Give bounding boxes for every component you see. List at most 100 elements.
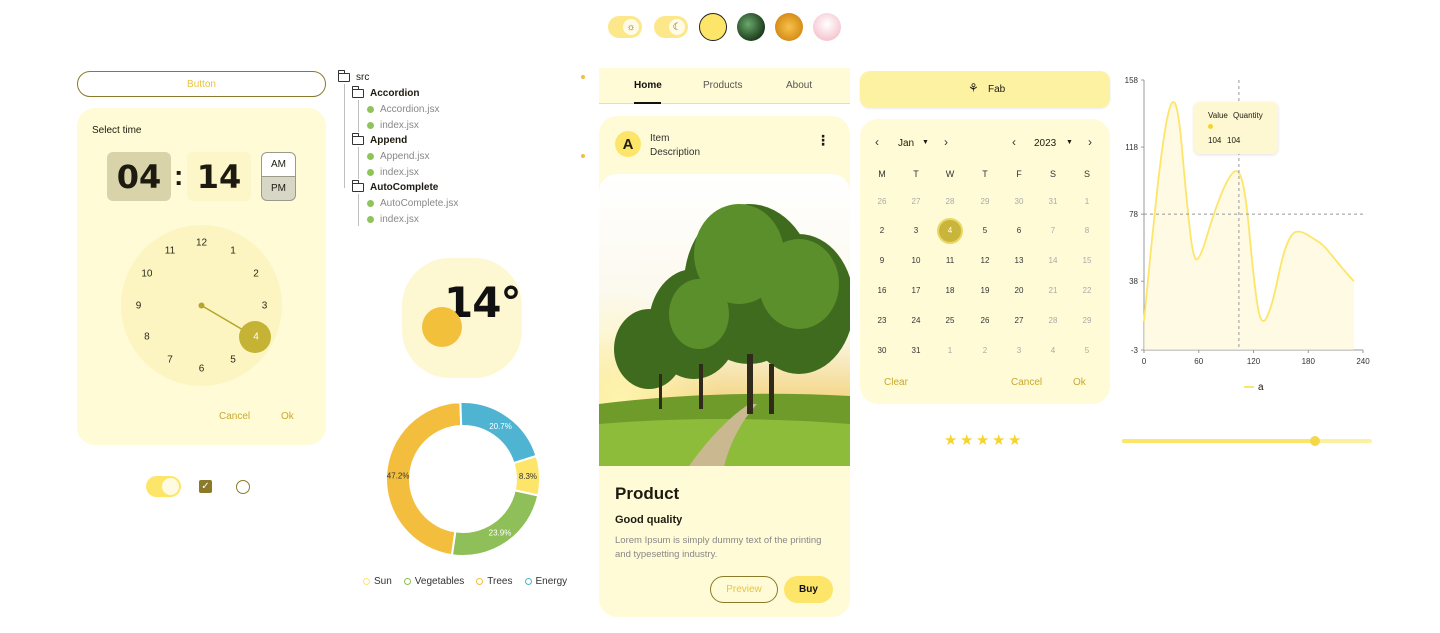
star-icon[interactable]: ★: [976, 431, 989, 449]
checkbox[interactable]: ✓: [199, 480, 212, 493]
calendar-day[interactable]: 19: [973, 278, 997, 302]
calendar-day[interactable]: 29: [973, 189, 997, 213]
calendar-day[interactable]: 30: [870, 338, 894, 362]
calendar-day[interactable]: 20: [1007, 278, 1031, 302]
calendar-day[interactable]: 21: [1041, 278, 1065, 302]
time-ok-button[interactable]: Ok: [281, 411, 294, 422]
calendar-day[interactable]: 15: [1075, 249, 1099, 273]
buy-button[interactable]: Buy: [784, 576, 833, 603]
tree-folder-root[interactable]: src: [338, 70, 369, 83]
clock-number[interactable]: 7: [160, 355, 180, 366]
year-select[interactable]: 2023: [1034, 138, 1056, 149]
calendar-day[interactable]: 28: [1041, 308, 1065, 332]
calendar-day[interactable]: 28: [938, 189, 962, 213]
outline-button[interactable]: Button: [77, 71, 326, 97]
clock-number[interactable]: 2: [246, 269, 266, 280]
prev-year-icon[interactable]: ‹: [1012, 135, 1016, 149]
tree-file[interactable]: Append.jsx: [367, 151, 429, 162]
calendar-day[interactable]: 14: [1041, 249, 1065, 273]
hour-field[interactable]: 04: [107, 152, 171, 201]
clock-number[interactable]: 12: [192, 237, 212, 248]
minute-field[interactable]: 14: [187, 152, 251, 201]
calendar-day[interactable]: 26: [870, 189, 894, 213]
calendar-day[interactable]: 3: [1007, 338, 1031, 362]
calendar-day[interactable]: 8: [1075, 219, 1099, 243]
calendar-day[interactable]: 27: [1007, 308, 1031, 332]
theme-swatch-orange[interactable]: [775, 13, 803, 41]
tree-file[interactable]: Accordion.jsx: [367, 104, 439, 115]
calendar-day[interactable]: 1: [1075, 189, 1099, 213]
calendar-day[interactable]: 31: [904, 338, 928, 362]
clock-number[interactable]: 11: [160, 245, 180, 256]
calendar-day[interactable]: 7: [1041, 219, 1065, 243]
clock-number[interactable]: 10: [137, 269, 157, 280]
clock-number[interactable]: 6: [192, 363, 212, 374]
calendar-day[interactable]: 6: [1007, 219, 1031, 243]
tree-file[interactable]: index.jsx: [367, 120, 419, 131]
calendar-day[interactable]: 13: [1007, 249, 1031, 273]
month-select[interactable]: Jan: [898, 138, 914, 149]
calendar-day[interactable]: 31: [1041, 189, 1065, 213]
calendar-day[interactable]: 4: [937, 217, 963, 244]
next-year-icon[interactable]: ›: [1088, 135, 1092, 149]
calendar-day[interactable]: 17: [904, 278, 928, 302]
prev-month-icon[interactable]: ‹: [875, 135, 879, 149]
calendar-day[interactable]: 5: [973, 219, 997, 243]
switch[interactable]: [146, 476, 181, 497]
calendar-day[interactable]: 30: [1007, 189, 1031, 213]
clock-number[interactable]: 3: [255, 300, 275, 311]
star-icon[interactable]: ★: [960, 431, 973, 449]
calendar-day[interactable]: 22: [1075, 278, 1099, 302]
calendar-day[interactable]: 4: [1041, 338, 1065, 362]
calendar-day[interactable]: 29: [1075, 308, 1099, 332]
radio-button[interactable]: [236, 480, 250, 494]
tab-products[interactable]: Products: [703, 80, 742, 91]
next-month-icon[interactable]: ›: [944, 135, 948, 149]
chevron-down-icon[interactable]: ▼: [922, 139, 929, 146]
tree-folder[interactable]: Accordion: [352, 86, 419, 99]
clock-number[interactable]: 5: [223, 355, 243, 366]
calendar-day[interactable]: 18: [938, 278, 962, 302]
calendar-day[interactable]: 24: [904, 308, 928, 332]
calendar-day[interactable]: 5: [1075, 338, 1099, 362]
tab-home[interactable]: Home: [634, 80, 662, 91]
slider-thumb[interactable]: [1309, 436, 1320, 446]
theme-swatch-leaves[interactable]: [737, 13, 765, 41]
calendar-day[interactable]: 16: [870, 278, 894, 302]
preview-button[interactable]: Preview: [710, 576, 778, 603]
calendar-day[interactable]: 3: [904, 219, 928, 243]
fab-button[interactable]: [860, 71, 1110, 108]
pm-toggle[interactable]: PM: [261, 176, 296, 201]
tree-file[interactable]: index.jsx: [367, 214, 419, 225]
tree-folder[interactable]: AutoComplete: [352, 180, 438, 193]
calendar-day[interactable]: 2: [973, 338, 997, 362]
star-icon[interactable]: ★: [1008, 431, 1021, 449]
chevron-down-icon[interactable]: ▼: [1066, 139, 1073, 146]
theme-swatch-pink[interactable]: [813, 13, 841, 41]
tree-file[interactable]: index.jsx: [367, 167, 419, 178]
tab-about[interactable]: About: [786, 80, 812, 91]
calendar-day[interactable]: 11: [938, 249, 962, 273]
light-mode-toggle[interactable]: ☼: [608, 16, 642, 38]
more-vert-icon[interactable]: ⋮: [816, 133, 830, 147]
donut-slice-energy[interactable]: [459, 403, 538, 465]
star-icon[interactable]: ★: [944, 431, 957, 449]
calendar-ok-button[interactable]: Ok: [1073, 377, 1086, 388]
calendar-day[interactable]: 23: [870, 308, 894, 332]
clock-number[interactable]: 1: [223, 245, 243, 256]
calendar-day[interactable]: 12: [973, 249, 997, 273]
calendar-day[interactable]: 10: [904, 249, 928, 273]
tree-folder[interactable]: Append: [352, 133, 407, 146]
calendar-day[interactable]: 25: [938, 308, 962, 332]
tree-file[interactable]: AutoComplete.jsx: [367, 198, 458, 209]
calendar-day[interactable]: 27: [904, 189, 928, 213]
calendar-clear-button[interactable]: Clear: [884, 377, 908, 388]
dark-mode-toggle[interactable]: ☾: [654, 16, 688, 38]
clock-number[interactable]: 8: [137, 332, 157, 343]
calendar-day[interactable]: 9: [870, 249, 894, 273]
donut-slice-vegetables[interactable]: [450, 489, 540, 557]
clock-number[interactable]: 9: [129, 300, 149, 311]
theme-swatch-yellow[interactable]: [699, 13, 727, 41]
am-toggle[interactable]: AM: [261, 152, 296, 177]
clock-number-selected[interactable]: 4: [246, 332, 266, 343]
